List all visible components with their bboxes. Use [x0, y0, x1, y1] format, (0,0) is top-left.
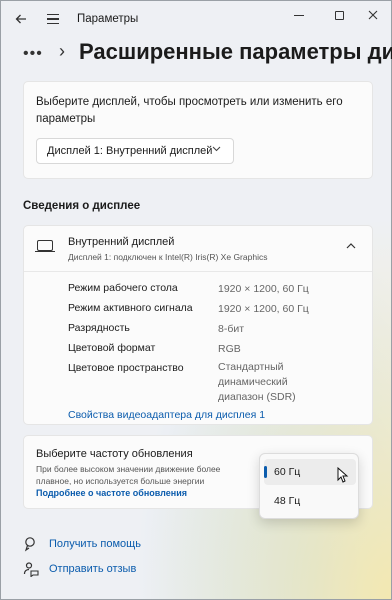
display-info-card: Внутренний дисплей Дисплей 1: подключен … — [23, 225, 373, 425]
chevron-up-icon[interactable] — [346, 238, 356, 252]
display-info-header[interactable]: Внутренний дисплей Дисплей 1: подключен … — [24, 226, 372, 272]
maximize-icon — [334, 10, 344, 20]
page-heading: ••• › Расширенные параметры дисплея — [21, 39, 392, 67]
close-button[interactable] — [353, 3, 392, 27]
info-value: RGB — [218, 343, 241, 355]
help-icon — [23, 536, 39, 552]
section-title-display-info: Сведения о дисплее — [23, 200, 141, 212]
get-help-label: Получить помощь — [49, 538, 141, 550]
breadcrumb-chevron-icon: › — [59, 41, 65, 61]
refresh-option-label: 48 Гц — [274, 495, 301, 507]
monitor-icon — [35, 240, 55, 253]
refresh-option-48[interactable]: 48 Гц — [264, 488, 356, 514]
display-name: Внутренний дисплей — [68, 236, 175, 248]
refresh-rate-title: Выберите частоту обновления — [36, 448, 193, 460]
display-dropdown-value: Дисплей 1: Внутренний дисплей — [47, 145, 213, 157]
page-title: Расширенные параметры дисплея — [79, 39, 392, 64]
minimize-icon — [294, 14, 304, 16]
info-value: 1920 × 1200, 60 Гц — [218, 303, 309, 315]
refresh-rate-dropdown-list: 60 Гц 48 Гц — [259, 453, 359, 519]
info-value: Стандартный динамический диапазон (SDR) — [218, 361, 296, 403]
refresh-option-label: 60 Гц — [274, 466, 301, 478]
adapter-properties-link[interactable]: Свойства видеоадаптера для дисплея 1 — [68, 409, 265, 421]
get-help-link[interactable]: Получить помощь — [23, 535, 141, 553]
info-value: 8-бит — [218, 323, 245, 335]
display-connection: Дисплей 1: подключен к Intel(R) Iris(R) … — [68, 252, 268, 262]
send-feedback-link[interactable]: Отправить отзыв — [23, 560, 136, 578]
title-bar: Параметры — [1, 1, 391, 37]
info-label: Цветовой формат — [68, 342, 156, 354]
refresh-rate-description: При более высоком значении движение боле… — [36, 464, 221, 486]
mouse-cursor-icon — [337, 466, 349, 483]
hamburger-menu-icon[interactable] — [41, 7, 65, 31]
info-label: Режим активного сигнала — [68, 302, 193, 314]
close-icon — [368, 10, 378, 20]
window-title: Параметры — [77, 13, 139, 25]
display-dropdown[interactable]: Дисплей 1: Внутренний дисплей — [36, 138, 234, 164]
breadcrumb-overflow-button[interactable]: ••• — [23, 45, 43, 63]
settings-window: Параметры ••• › Расширенные параметры ди… — [0, 0, 392, 600]
chevron-down-icon — [212, 144, 221, 155]
info-label: Цветовое пространство — [68, 362, 184, 374]
info-label: Режим рабочего стола — [68, 282, 178, 294]
display-select-card: Выберите дисплей, чтобы просмотреть или … — [23, 81, 373, 179]
feedback-icon — [23, 561, 39, 577]
refresh-rate-learn-more-link[interactable]: Подробнее о частоте обновления — [36, 488, 187, 498]
info-value: 1920 × 1200, 60 Гц — [218, 283, 309, 295]
minimize-button[interactable] — [279, 3, 319, 27]
display-select-prompt: Выберите дисплей, чтобы просмотреть или … — [36, 96, 343, 125]
selected-indicator — [264, 466, 267, 478]
info-label: Разрядность — [68, 322, 130, 334]
send-feedback-label: Отправить отзыв — [49, 563, 137, 575]
back-arrow-icon[interactable] — [9, 7, 33, 31]
